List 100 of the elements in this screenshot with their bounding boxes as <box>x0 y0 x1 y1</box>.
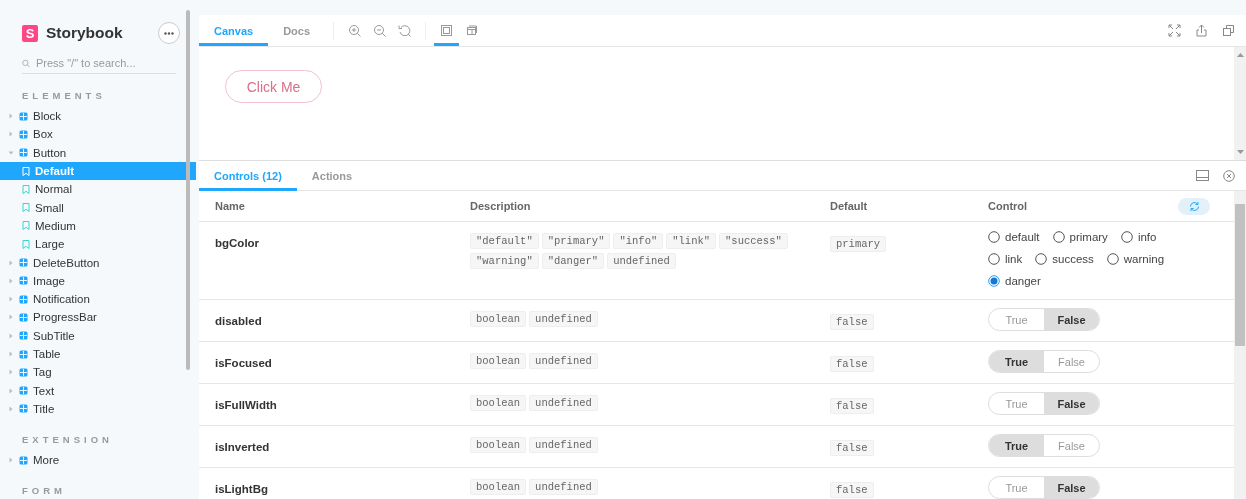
radio-button[interactable] <box>988 231 1000 243</box>
frame-icon <box>440 24 454 37</box>
prop-name: disabled <box>215 314 262 327</box>
radio-button[interactable] <box>988 275 1000 287</box>
caret-icon <box>8 457 14 464</box>
caret-icon <box>8 369 14 376</box>
caret-icon <box>8 277 14 284</box>
component-item[interactable]: Block <box>0 107 196 126</box>
caret-icon <box>8 387 14 394</box>
caret-icon <box>8 113 14 120</box>
share-icon <box>1195 24 1208 37</box>
item-label: Medium <box>35 219 76 232</box>
panel-icon <box>1196 170 1209 181</box>
item-label: Table <box>33 348 61 360</box>
type-tag: undefined <box>529 353 598 369</box>
component-item[interactable]: Title <box>0 399 196 419</box>
item-label: Normal <box>35 183 73 196</box>
caret-icon <box>8 259 14 266</box>
component-icon <box>19 386 28 396</box>
item-label: Block <box>33 110 62 123</box>
type-tag: boolean <box>470 395 527 411</box>
type-tag: boolean <box>470 479 527 495</box>
radio-button[interactable] <box>988 253 1000 265</box>
app-title: Storybook <box>46 24 124 42</box>
type-tag: "default" <box>470 233 539 249</box>
component-item[interactable]: Tag <box>0 363 196 382</box>
component-icon <box>19 367 28 377</box>
item-label: Small <box>35 201 64 214</box>
caret-icon <box>8 149 14 156</box>
scroll-down-icon[interactable] <box>1236 150 1244 154</box>
radio-option[interactable]: danger <box>988 273 1041 289</box>
type-tag: boolean <box>470 311 527 327</box>
radio-option[interactable]: default <box>988 229 1040 245</box>
type-tag: "success" <box>719 233 788 249</box>
default-value: false <box>830 356 874 372</box>
story-item[interactable]: Normal <box>0 180 196 199</box>
radio-option[interactable]: warning <box>1106 251 1165 267</box>
component-item[interactable]: Box <box>0 125 196 144</box>
item-label: Large <box>35 238 65 251</box>
item-label: Image <box>33 274 65 287</box>
story-item[interactable]: Large <box>0 235 196 254</box>
type-tag: boolean <box>470 437 527 453</box>
caret-icon <box>8 405 14 412</box>
radio-button[interactable] <box>1106 253 1119 265</box>
radio-button[interactable] <box>1052 231 1065 243</box>
type-tag: boolean <box>470 353 527 369</box>
toggle-option[interactable]: True <box>989 351 1044 372</box>
scrollbar[interactable] <box>1234 47 1246 160</box>
default-value: false <box>830 482 874 498</box>
story-item[interactable]: Medium <box>0 216 196 236</box>
type-tag: "link" <box>666 233 717 249</box>
component-item[interactable]: Table <box>0 344 196 364</box>
component-icon <box>19 111 28 121</box>
component-item[interactable]: Image <box>0 271 196 290</box>
component-item[interactable]: More <box>0 451 196 470</box>
item-label: More <box>33 454 60 467</box>
component-item[interactable]: Notification <box>0 289 196 309</box>
toggle-option[interactable]: False <box>1044 393 1099 414</box>
component-icon <box>19 455 28 465</box>
scrollbar[interactable] <box>1234 191 1246 499</box>
default-value: false <box>830 440 874 456</box>
item-label: Text <box>33 384 55 397</box>
component-item[interactable]: Text <box>0 381 196 400</box>
default-value: false <box>830 314 874 330</box>
default-value: false <box>830 398 874 414</box>
caret-icon <box>8 314 14 321</box>
story-item[interactable]: Small <box>0 198 196 217</box>
close-icon <box>1223 169 1235 182</box>
radio-option[interactable]: info <box>1120 229 1157 245</box>
scrollbar[interactable] <box>186 10 190 370</box>
toggle-option[interactable]: False <box>1044 477 1099 498</box>
panels-icon <box>465 24 479 37</box>
component-icon <box>19 148 28 158</box>
type-tag: "primary" <box>541 233 611 249</box>
refresh-button[interactable] <box>1178 197 1210 215</box>
copy-icon <box>1222 24 1235 37</box>
prop-name: bgColor <box>215 236 260 249</box>
prop-name: isLightBg <box>215 482 269 495</box>
component-item[interactable]: Button <box>0 143 196 162</box>
column-header: Default <box>830 200 869 212</box>
radio-option[interactable]: primary <box>1052 229 1108 245</box>
component-item[interactable]: SubTitle <box>0 326 196 345</box>
caret-icon <box>8 351 14 357</box>
radio-option[interactable]: link <box>988 251 1023 267</box>
radio-button[interactable] <box>1035 253 1048 265</box>
component-item[interactable]: ProgressBar <box>0 308 196 327</box>
component-item[interactable]: DeleteButton <box>0 253 196 272</box>
toggle-option[interactable]: False <box>1044 309 1099 330</box>
radio-button[interactable] <box>1120 231 1133 243</box>
column-header: Control <box>988 200 1029 212</box>
prop-name: isFullWidth <box>215 398 277 411</box>
zoom-in-icon <box>348 24 362 37</box>
scroll-up-icon[interactable] <box>1236 53 1244 57</box>
caret-icon <box>8 131 14 138</box>
menu-button[interactable] <box>158 22 180 44</box>
section-heading: FORM <box>21 484 67 499</box>
search-field[interactable]: Press "/" to search... <box>36 57 176 69</box>
radio-option[interactable]: success <box>1035 251 1094 267</box>
component-icon <box>19 276 28 286</box>
toggle-option[interactable]: True <box>989 435 1044 456</box>
